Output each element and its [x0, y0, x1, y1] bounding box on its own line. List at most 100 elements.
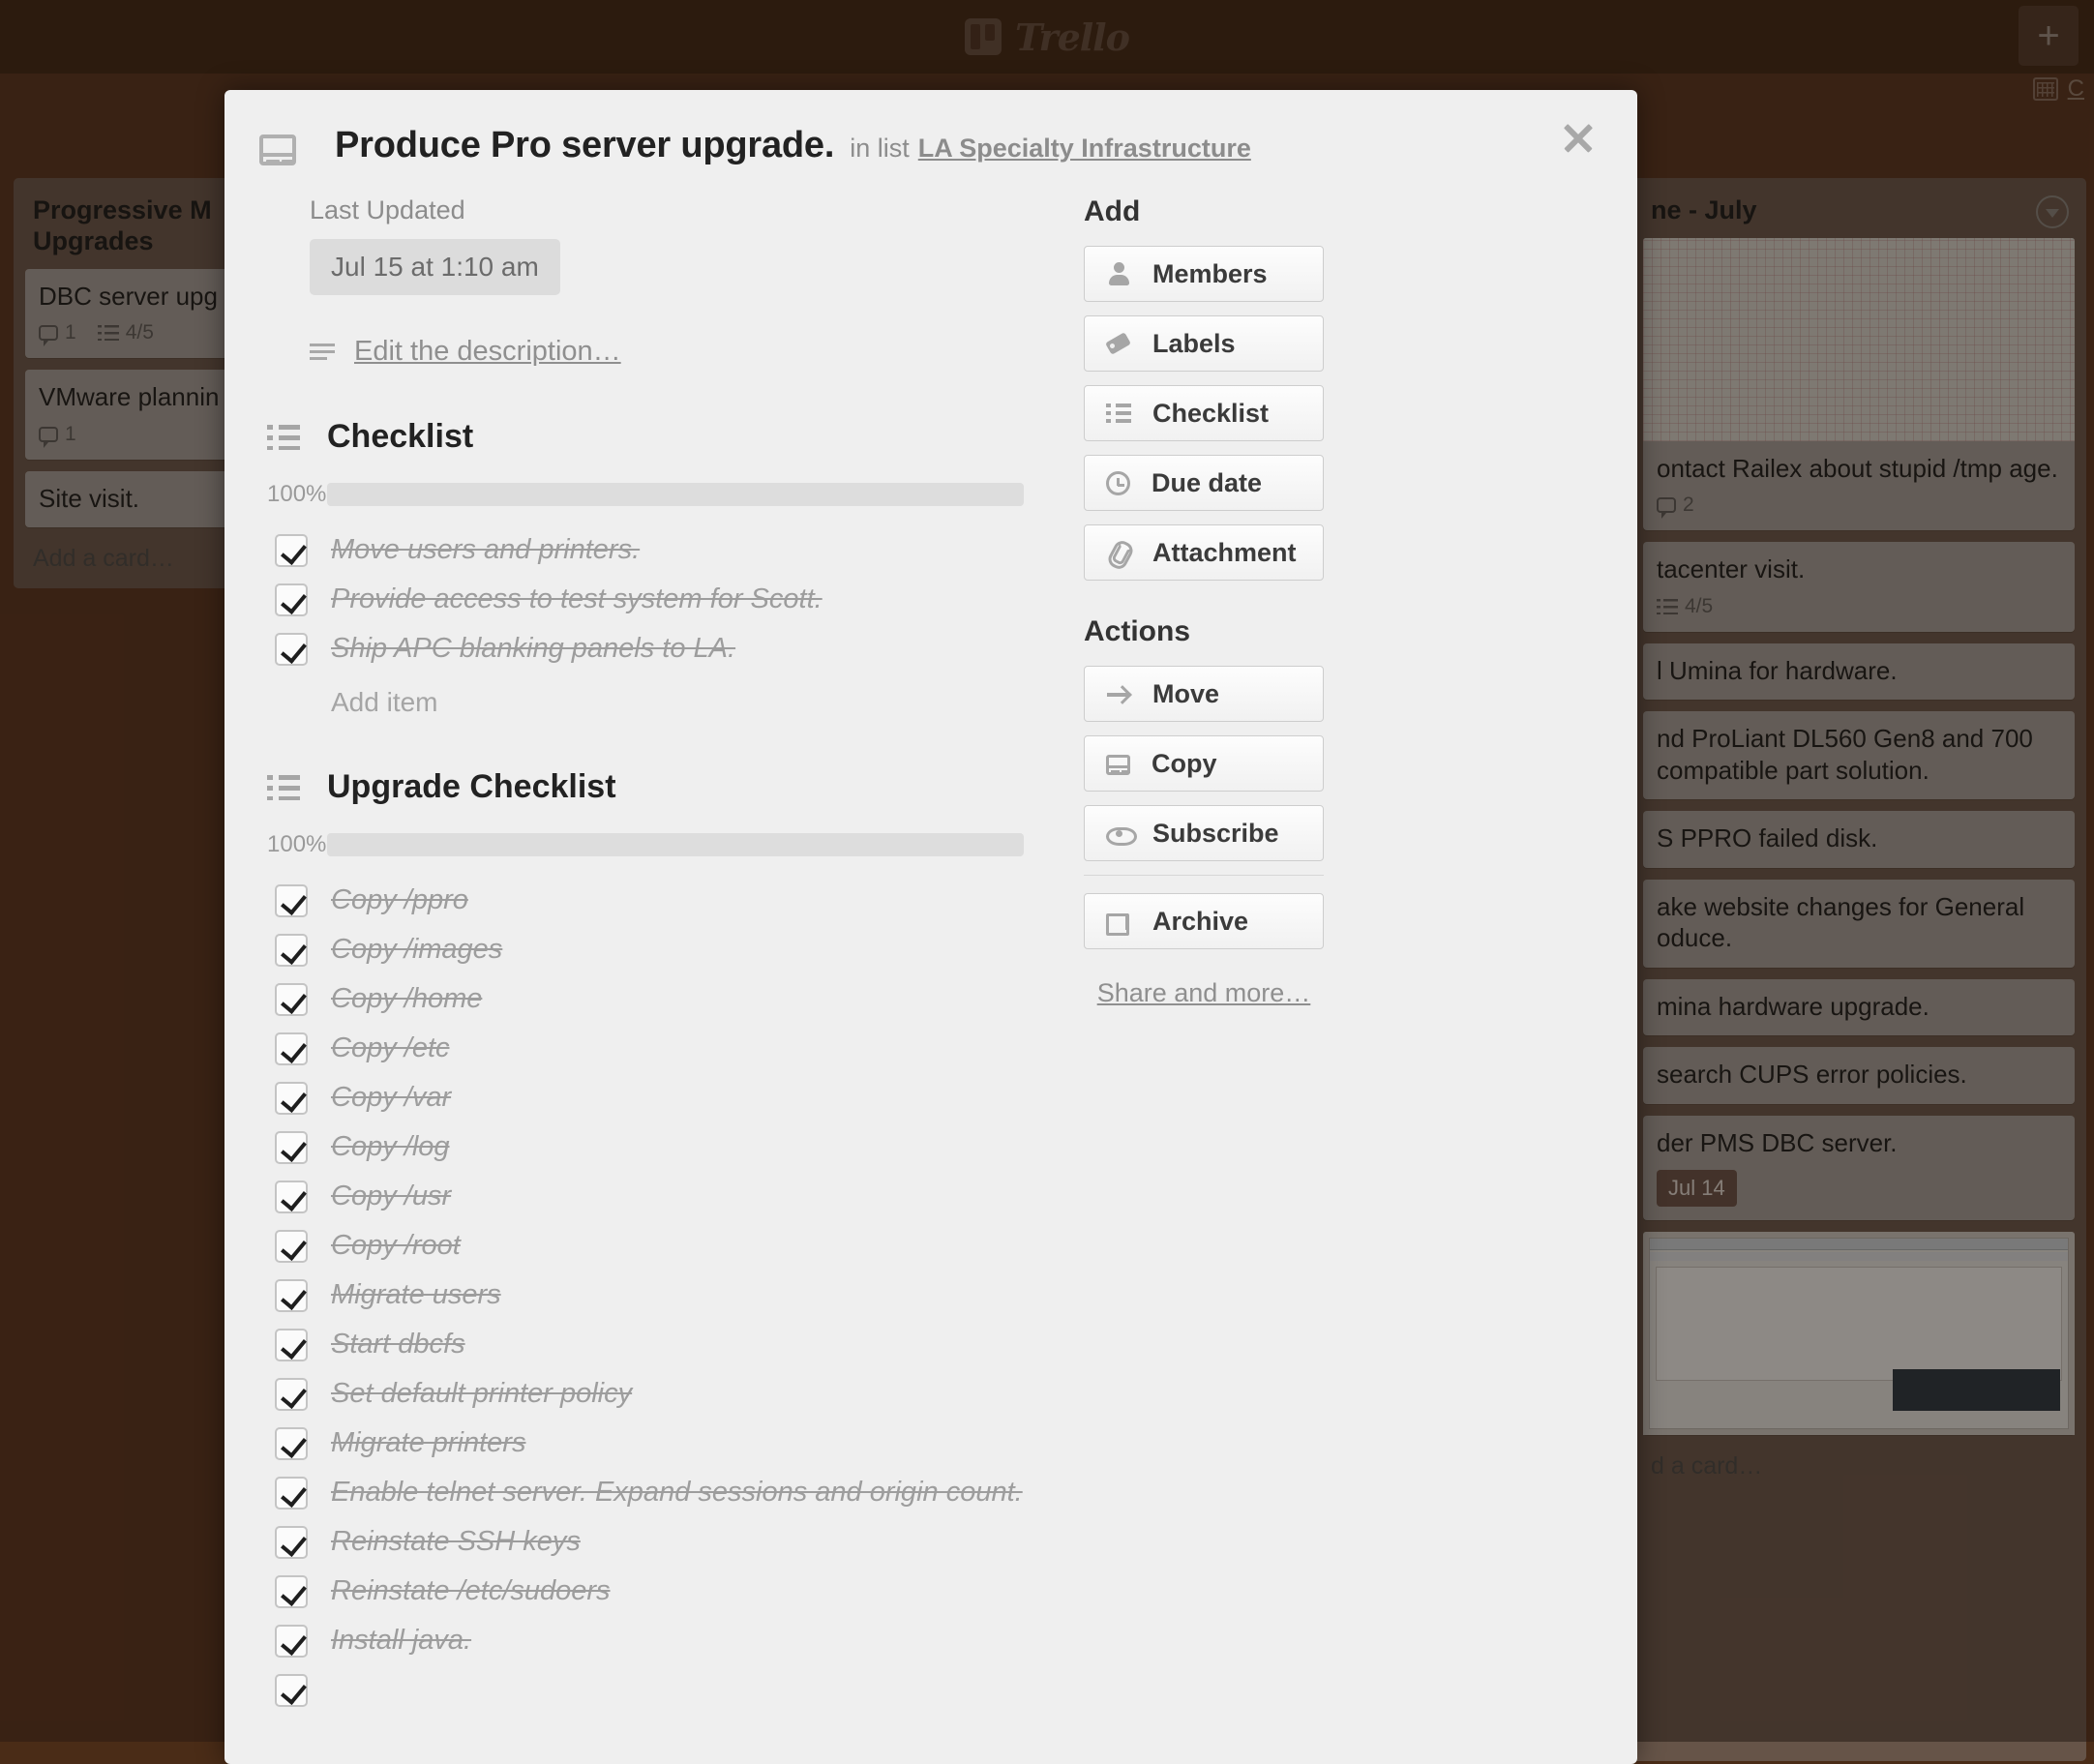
checklist-item-label: Copy /ppro: [331, 884, 468, 915]
checkbox-checked[interactable]: [275, 883, 308, 917]
archive-button[interactable]: Archive: [1084, 893, 1324, 949]
checklist-item-label: Copy /home: [331, 983, 483, 1014]
checklist-title: Upgrade Checklist: [327, 768, 616, 805]
checkbox-checked[interactable]: [275, 632, 308, 666]
add-labels-button[interactable]: Labels: [1084, 315, 1324, 372]
checklist-item-label: Provide access to test system for Scott.: [331, 583, 823, 614]
move-button[interactable]: Move: [1084, 666, 1324, 722]
subscribe-button[interactable]: Subscribe: [1084, 805, 1324, 861]
button-label: Due date: [1152, 467, 1263, 497]
checklist-item-label: Start dbcfs: [331, 1329, 465, 1360]
checklist-header: Checklist: [267, 418, 1033, 456]
sidebar-divider: [1084, 875, 1324, 876]
checkbox-checked[interactable]: [275, 1229, 308, 1263]
checklist-item-label: Copy /images: [331, 934, 503, 965]
checkbox-checked[interactable]: [275, 1574, 308, 1608]
checklist-progress: 100%: [267, 831, 1033, 858]
button-label: Labels: [1152, 328, 1236, 358]
checklist-item[interactable]: Copy /ppro: [267, 876, 1033, 925]
checklist-item-label: Copy /usr: [331, 1181, 452, 1211]
checklist-icon: [267, 774, 300, 800]
share-and-more-link[interactable]: Share and more…: [1084, 978, 1324, 1008]
checkbox-checked[interactable]: [275, 1328, 308, 1361]
add-item-button[interactable]: Add item: [331, 687, 1033, 718]
label-tag-icon: [1106, 331, 1131, 356]
checklist-item-label: Move users and printers.: [331, 534, 641, 565]
progress-track: [327, 483, 1024, 506]
checklist-item-label: Copy /var: [331, 1082, 452, 1113]
checklist-item[interactable]: [267, 1665, 1033, 1715]
checkbox-checked[interactable]: [275, 583, 308, 616]
edit-description-button[interactable]: Edit the description…: [310, 336, 1033, 368]
checklist-item[interactable]: Start dbcfs: [267, 1320, 1033, 1369]
checklist-item-label: Copy /root: [331, 1230, 461, 1261]
checkbox-checked[interactable]: [275, 533, 308, 567]
checkbox-checked[interactable]: [275, 1525, 308, 1559]
checkbox-checked[interactable]: [275, 1426, 308, 1460]
arrow-right-icon: [1106, 681, 1131, 706]
checklist-item-label: Install java.: [331, 1625, 472, 1656]
copy-card-icon: [1106, 754, 1130, 775]
add-attachment-button[interactable]: Attachment: [1084, 524, 1324, 581]
checklist-item[interactable]: Copy /usr: [267, 1172, 1033, 1221]
checklist-title: Checklist: [327, 418, 474, 455]
checkbox-checked[interactable]: [275, 1130, 308, 1164]
checklist-item-label: Set default printer policy: [331, 1378, 633, 1409]
checklist-item[interactable]: Set default printer policy: [267, 1369, 1033, 1419]
checklist-item[interactable]: Reinstate /etc/sudoers: [267, 1567, 1033, 1616]
checkbox-checked[interactable]: [275, 1624, 308, 1658]
checklist-item[interactable]: Ship APC blanking panels to LA.: [267, 624, 1033, 673]
checklist-item[interactable]: Copy /home: [267, 974, 1033, 1024]
checklist-item[interactable]: Migrate users: [267, 1271, 1033, 1320]
checklist-item-label: Reinstate SSH keys: [331, 1526, 581, 1557]
checkbox-checked[interactable]: [275, 1476, 308, 1510]
checklist-items: Move users and printers. Provide access …: [267, 525, 1033, 673]
checklist-section-1: Checklist 100% Move users and printers.: [267, 418, 1033, 718]
progress-percent: 100%: [267, 831, 327, 857]
checkbox-checked[interactable]: [275, 933, 308, 967]
checkbox-checked[interactable]: [275, 1031, 308, 1065]
eye-icon: [1106, 821, 1137, 846]
checklist-item[interactable]: Reinstate SSH keys: [267, 1517, 1033, 1567]
checklist-icon: [1106, 401, 1131, 426]
checklist-item[interactable]: Install java.: [267, 1616, 1033, 1665]
card-window-icon: [259, 135, 296, 165]
card-header: Produce Pro server upgrade. in list LA S…: [259, 125, 1595, 166]
page-title: Produce Pro server upgrade.: [335, 125, 835, 165]
checklist-item[interactable]: Copy /log: [267, 1122, 1033, 1172]
progress-track: [327, 833, 1024, 856]
member-icon: [1106, 261, 1131, 286]
checklist-item[interactable]: Move users and printers.: [267, 525, 1033, 575]
progress-percent: 100%: [267, 481, 327, 507]
checkbox-checked[interactable]: [275, 1081, 308, 1115]
add-members-button[interactable]: Members: [1084, 246, 1324, 302]
checklist-item[interactable]: Migrate printers: [267, 1419, 1033, 1468]
checkbox-checked[interactable]: [275, 1180, 308, 1213]
button-label: Move: [1152, 678, 1220, 708]
close-icon[interactable]: [1558, 117, 1599, 158]
last-updated-label: Last Updated: [310, 195, 465, 224]
checklist-item[interactable]: Provide access to test system for Scott.: [267, 575, 1033, 624]
paperclip-icon: [1106, 540, 1131, 565]
last-updated-value[interactable]: Jul 15 at 1:10 am: [310, 239, 560, 295]
checklist-item-label: Ship APC blanking panels to LA.: [331, 633, 736, 664]
checklist-item-label: Migrate printers: [331, 1427, 526, 1458]
checkbox-checked[interactable]: [275, 1377, 308, 1411]
copy-button[interactable]: Copy: [1084, 735, 1324, 792]
checklist-item-label: Reinstate /etc/sudoers: [331, 1575, 611, 1606]
checkbox-checked[interactable]: [275, 1673, 308, 1707]
checklist-item-label: Migrate users: [331, 1279, 501, 1310]
checklist-item[interactable]: Copy /root: [267, 1221, 1033, 1271]
add-checklist-button[interactable]: Checklist: [1084, 385, 1324, 441]
button-label: Copy: [1152, 748, 1217, 778]
add-section-heading: Add: [1084, 195, 1141, 227]
add-due-date-button[interactable]: Due date: [1084, 455, 1324, 511]
checklist-item[interactable]: Copy /etc: [267, 1024, 1033, 1073]
card-list-link[interactable]: LA Specialty Infrastructure: [918, 134, 1251, 164]
checklist-item[interactable]: Copy /var: [267, 1073, 1033, 1122]
checklist-item[interactable]: Copy /images: [267, 925, 1033, 974]
checklist-item[interactable]: Enable telnet server. Expand sessions an…: [267, 1468, 1033, 1517]
checkbox-checked[interactable]: [275, 1278, 308, 1312]
checkbox-checked[interactable]: [275, 982, 308, 1016]
actions-section-heading: Actions: [1084, 615, 1191, 647]
